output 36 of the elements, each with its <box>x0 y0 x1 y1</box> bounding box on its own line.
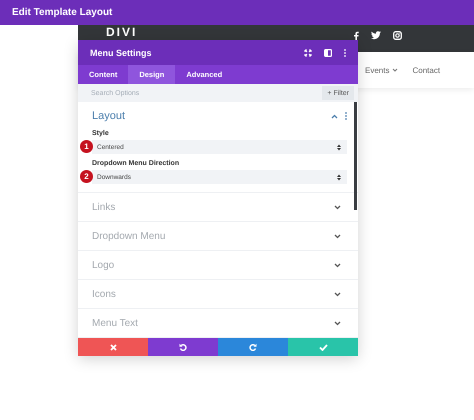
chevron-icon[interactable] <box>334 262 341 268</box>
chevron-icon[interactable] <box>334 292 341 296</box>
select-arrows-icon <box>337 144 341 150</box>
fullscreen-icon[interactable] <box>304 48 312 56</box>
instagram-icon[interactable] <box>393 31 402 40</box>
split-view-icon[interactable] <box>324 48 332 56</box>
redo-icon <box>249 343 257 351</box>
page-title: Edit Template Layout <box>12 7 112 18</box>
collapsed-section[interactable]: Links <box>78 193 358 222</box>
nav-link[interactable]: Events <box>365 66 398 74</box>
collapsed-section[interactable]: Dropdown Menu <box>78 222 358 251</box>
collapse-caret-icon[interactable] <box>331 114 338 118</box>
undo-button[interactable] <box>148 338 218 356</box>
close-icon <box>110 344 116 350</box>
section-title[interactable]: Links <box>92 202 116 212</box>
select-arrows-icon <box>337 174 341 180</box>
step-badge: 2 <box>80 170 93 183</box>
facebook-icon[interactable] <box>353 30 359 40</box>
collapsed-section[interactable]: Logo <box>78 251 358 280</box>
scrollbar[interactable] <box>354 102 357 210</box>
section-title[interactable]: Menu Text <box>92 318 138 328</box>
collapsed-section[interactable]: Icons <box>78 280 358 309</box>
chevron-icon[interactable] <box>334 320 341 326</box>
section-title[interactable]: Logo <box>92 260 114 270</box>
section-title[interactable]: Dropdown Menu <box>92 230 166 242</box>
chevron-icon[interactable] <box>334 234 341 238</box>
undo-icon <box>179 343 187 351</box>
section-title[interactable]: Icons <box>92 288 116 300</box>
section-title[interactable]: Layout <box>92 110 126 122</box>
step-badge: 1 <box>80 140 93 153</box>
site-logo[interactable]: DIVI <box>106 26 138 38</box>
twitter-icon[interactable] <box>371 31 381 40</box>
nav-link[interactable]: Contact <box>412 66 440 74</box>
check-icon <box>318 344 328 350</box>
modal-title: Menu Settings <box>90 48 152 58</box>
chevron-icon[interactable] <box>334 204 341 210</box>
